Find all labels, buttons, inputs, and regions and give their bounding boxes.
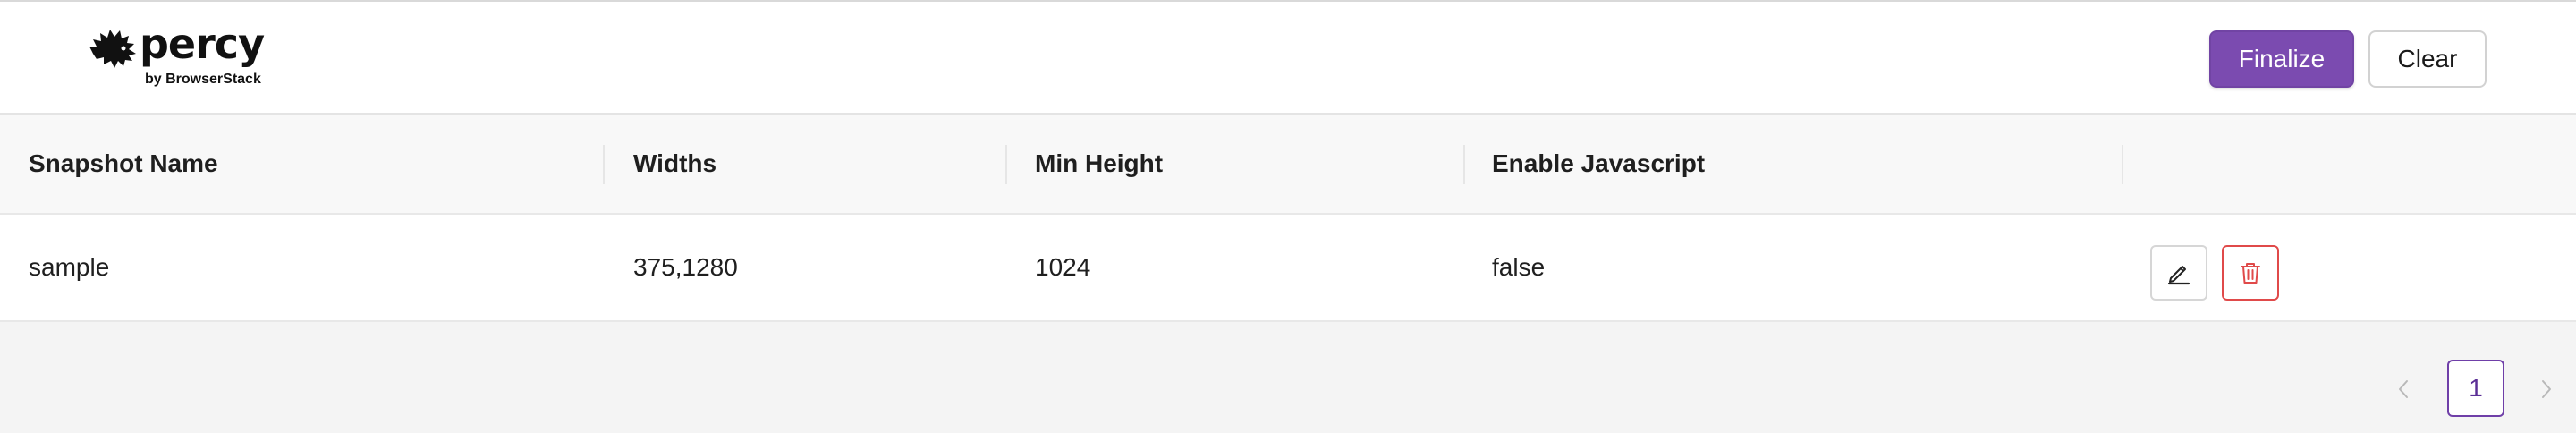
column-header-enable-javascript: Enable Javascript — [1492, 149, 1706, 177]
snapshots-table: Snapshot Name Widths Min Height Enable J… — [0, 115, 2576, 322]
delete-snapshot-button[interactable] — [2222, 245, 2279, 301]
page-number-button[interactable]: 1 — [2447, 360, 2504, 417]
cell-enable-javascript: false — [1492, 253, 1546, 281]
column-header-min-height: Min Height — [1035, 149, 1164, 177]
clear-button[interactable]: Clear — [2368, 30, 2487, 88]
cell-min-height: 1024 — [1035, 253, 1091, 281]
cell-widths: 375,1280 — [633, 253, 738, 281]
brand-name: percy — [140, 20, 265, 68]
column-divider — [1463, 145, 1465, 184]
pagination: 1 — [0, 358, 2576, 420]
edit-snapshot-button[interactable] — [2150, 245, 2207, 301]
column-header-snapshot-name: Snapshot Name — [29, 149, 218, 177]
percy-logo[interactable]: percy by BrowserStack — [88, 20, 267, 91]
pencil-edit-icon — [2167, 266, 2190, 285]
column-divider — [603, 145, 605, 184]
previous-page-button[interactable] — [2388, 374, 2419, 404]
hedgehog-logo-icon — [89, 30, 136, 68]
table-header: Snapshot Name Widths Min Height Enable J… — [0, 115, 2576, 215]
cell-snapshot-name: sample — [29, 253, 110, 281]
column-divider — [1005, 145, 1007, 184]
next-page-button[interactable] — [2531, 374, 2562, 404]
column-header-widths: Widths — [633, 149, 717, 177]
chevron-right-icon — [2542, 380, 2551, 398]
top-bar: percy by BrowserStack Finalize Clear — [0, 0, 2576, 115]
column-divider — [2122, 145, 2123, 184]
chevron-left-icon — [2399, 380, 2408, 398]
brand-tagline: by BrowserStack — [145, 72, 261, 87]
table-row: sample 375,1280 1024 false — [0, 215, 2576, 322]
trash-delete-icon — [2241, 263, 2260, 284]
finalize-button[interactable]: Finalize — [2209, 30, 2354, 88]
